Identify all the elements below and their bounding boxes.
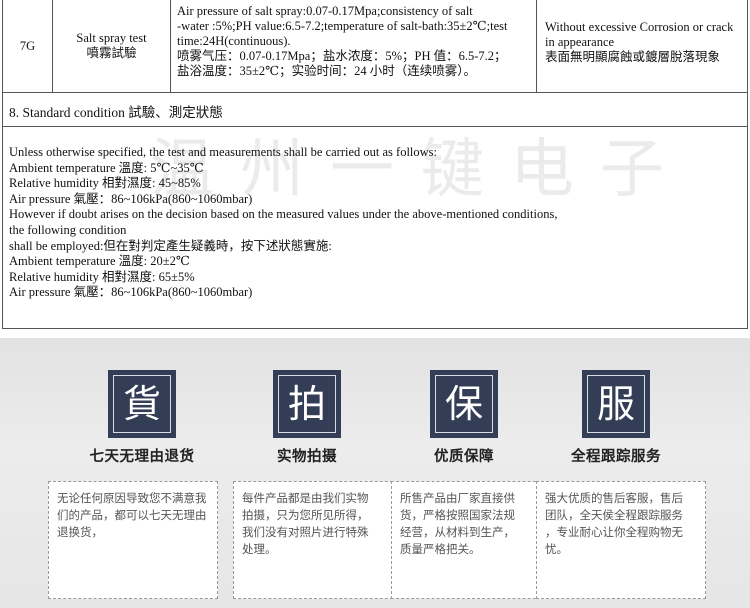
promise-title-photo: 实物拍摄	[277, 449, 337, 465]
desc-line: 无论任何原因导致您不满意我	[57, 491, 207, 505]
badge-photo: 拍	[273, 370, 341, 438]
text-line: Air pressure 氣壓：86~106kPa(860~1060mbar)	[9, 191, 253, 206]
text-line: Relative humidity 相對濕度: 45~85%	[9, 176, 201, 191]
badge-char: 拍	[287, 382, 326, 426]
desc-line: 经营，从材料到生产，	[400, 525, 515, 539]
row-number: 7G	[3, 0, 53, 92]
test-item-en: Salt spray test	[76, 31, 147, 45]
test-item: Salt spray test 噴霧試驗	[53, 0, 171, 92]
promise-desc-photo: 每件产品都是由我们实物 拍摄，只为您所见所得， 我们没有对照片进行特殊 处理。	[233, 481, 403, 599]
test-requirement: Without excessive Corrosion or crack in …	[537, 0, 747, 92]
service-promise-panel: 貨 七天无理由退货 无论任何原因导致您不满意我 们的产品，都可以七天无理由 退换…	[0, 338, 750, 608]
text-line: shall be employed:但在對判定產生疑義時，按下述狀態實施:	[9, 238, 332, 253]
condition-line: time:24H(continuous).	[177, 34, 291, 48]
promise-desc-service: 强大优质的售后客服，售后 团队，全天侯全程跟踪服务 ，专业耐心让你全程购物无 忧…	[536, 481, 706, 599]
test-condition: Air pressure of salt spray:0.07-0.17Mpa;…	[171, 0, 537, 92]
condition-line: 喷雾气压：0.07-0.17Mpa；盐水浓度：5%；PH 值：6.5-7.2；	[177, 49, 507, 63]
badge-service: 服	[582, 370, 650, 438]
text-line: Air pressure 氣壓：86~106kPa(860~1060mbar)	[9, 285, 253, 300]
desc-line: 每件产品都是由我们实物	[242, 491, 369, 505]
text-line: Ambient temperature 溫度: 20±2℃	[9, 254, 190, 269]
test-item-zh: 噴霧試驗	[86, 46, 137, 60]
desc-line: 我们没有对照片进行特殊	[242, 525, 369, 539]
text-line: Unless otherwise specified, the test and…	[9, 145, 438, 159]
desc-line: ，专业耐心让你全程购物无	[545, 525, 683, 539]
text-line: However if doubt arises on the decision …	[9, 207, 558, 222]
desc-line: 团队，全天侯全程跟踪服务	[545, 508, 683, 522]
condition-line: -water :5%;PH value:6.5-7.2;temperature …	[177, 19, 508, 33]
text-line: Ambient temperature 溫度: 5℃~35℃	[9, 160, 204, 175]
condition-line: Air pressure of salt spray:0.07-0.17Mpa;…	[177, 4, 473, 18]
badge-char: 服	[596, 382, 635, 426]
badge-return: 貨	[108, 370, 176, 438]
badge-quality: 保	[430, 370, 498, 438]
condition-line: 盐浴温度：35±2℃；实验时间：24 小时（连续喷雾）。	[177, 64, 476, 78]
promise-desc-return: 无论任何原因导致您不满意我 们的产品，都可以七天无理由 退换货，	[48, 481, 218, 599]
badge-char: 保	[444, 382, 483, 426]
desc-line: 所售产品由厂家直接供	[400, 491, 515, 505]
desc-line: 处理。	[242, 542, 277, 556]
requirement-line: in appearance	[545, 35, 615, 49]
standard-condition-text: Unless otherwise specified, the test and…	[2, 127, 748, 329]
promise-title-return: 七天无理由退货	[89, 449, 195, 465]
section-heading: 8. Standard condition 試驗、測定狀態	[2, 93, 748, 127]
desc-line: 退换货，	[57, 525, 103, 539]
desc-line: 拍摄，只为您所见所得，	[242, 508, 369, 522]
desc-line: 货，严格按照国家法规	[400, 508, 515, 522]
text-line: Relative humidity 相對濕度: 65±5%	[9, 269, 195, 284]
requirement-line: 表面無明顯腐蝕或鍍層脫落現象	[545, 50, 721, 64]
promise-title-service: 全程跟踪服务	[571, 449, 661, 465]
desc-line: 忧。	[545, 542, 568, 556]
badge-char: 貨	[122, 382, 161, 426]
text-line: the following condition	[9, 222, 127, 237]
spec-table-row: 7G Salt spray test 噴霧試驗 Air pressure of …	[2, 0, 748, 93]
requirement-line: Without excessive Corrosion or crack	[545, 20, 734, 34]
desc-line: 们的产品，都可以七天无理由	[57, 508, 207, 522]
desc-line: 强大优质的售后客服，售后	[545, 491, 683, 505]
desc-line: 质量严格把关。	[400, 542, 481, 556]
